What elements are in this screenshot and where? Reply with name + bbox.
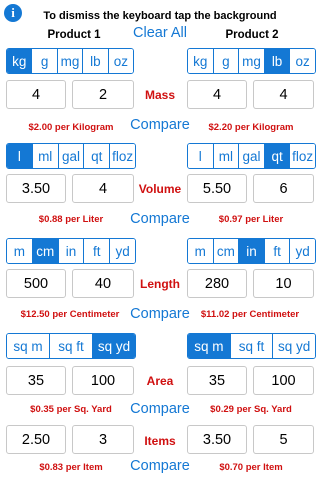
p1-area-unit-sq-ft[interactable]: sq ft: [49, 334, 92, 358]
p1-length-unit-in[interactable]: in: [57, 239, 84, 263]
product2-items-price-input[interactable]: 3.50: [187, 425, 247, 454]
product1-volume-price-input[interactable]: 3.50: [6, 174, 66, 203]
product1-length-quantity-input[interactable]: 40: [72, 269, 134, 298]
product2-mass-unit-selector[interactable]: kg g mg lb oz: [187, 48, 316, 74]
p2-volume-unit-l[interactable]: l: [188, 144, 213, 168]
p1-volume-unit-qt[interactable]: qt: [83, 144, 110, 168]
product2-length-quantity-input[interactable]: 10: [253, 269, 314, 298]
mass-label: Mass: [144, 88, 176, 102]
product2-items-quantity-input[interactable]: 5: [253, 425, 314, 454]
product1-volume-quantity-input[interactable]: 4: [72, 174, 134, 203]
p1-area-unit-sq-yd[interactable]: sq yd: [92, 334, 135, 358]
product1-items-price-input[interactable]: 2.50: [6, 425, 66, 454]
product1-length-unit-selector[interactable]: m cm in ft yd: [6, 238, 136, 264]
product1-mass-price-input[interactable]: 4: [6, 80, 66, 109]
product2-area-unit-selector[interactable]: sq m sq ft sq yd: [187, 333, 316, 359]
product1-area-price-input[interactable]: 35: [6, 366, 66, 395]
p1-volume-unit-gal[interactable]: gal: [57, 144, 84, 168]
product1-area-quantity-input[interactable]: 100: [72, 366, 134, 395]
area-label: Area: [146, 374, 174, 388]
product2-volume-unit-selector[interactable]: l ml gal qt floz: [187, 143, 316, 169]
p2-length-unit-m[interactable]: m: [188, 239, 213, 263]
product2-length-price-input[interactable]: 280: [187, 269, 247, 298]
p1-mass-unit-kg[interactable]: kg: [7, 49, 32, 73]
p2-volume-unit-ml[interactable]: ml: [212, 144, 239, 168]
p1-volume-unit-ml[interactable]: ml: [31, 144, 58, 168]
p2-length-unit-yd[interactable]: yd: [289, 239, 315, 263]
p2-area-unit-sq-yd[interactable]: sq yd: [272, 334, 315, 358]
p2-volume-unit-qt[interactable]: qt: [263, 144, 290, 168]
p2-volume-unit-gal[interactable]: gal: [238, 144, 264, 168]
p1-volume-unit-l[interactable]: l: [7, 144, 32, 168]
product2-area-price-input[interactable]: 35: [187, 366, 247, 395]
items-label: Items: [144, 434, 176, 448]
volume-compare-button[interactable]: Compare: [108, 211, 212, 227]
p1-mass-unit-lb[interactable]: lb: [82, 49, 108, 73]
product2-volume-quantity-input[interactable]: 6: [253, 174, 314, 203]
product2-label: Product 2: [225, 29, 279, 41]
items-compare-button[interactable]: Compare: [108, 458, 212, 474]
product2-mass-quantity-input[interactable]: 4: [253, 80, 314, 109]
product2-mass-price-input[interactable]: 4: [187, 80, 247, 109]
product1-area-unit-selector[interactable]: sq m sq ft sq yd: [6, 333, 136, 359]
p2-length-unit-in[interactable]: in: [238, 239, 264, 263]
p2-mass-unit-g[interactable]: g: [212, 49, 239, 73]
keyboard-hint: To dismiss the keyboard tap the backgrou…: [43, 10, 277, 22]
area-compare-button[interactable]: Compare: [108, 401, 212, 417]
p2-length-unit-ft[interactable]: ft: [263, 239, 290, 263]
mass-compare-button[interactable]: Compare: [108, 117, 212, 133]
p1-length-unit-cm[interactable]: cm: [31, 239, 58, 263]
length-label: Length: [140, 277, 180, 291]
p1-length-unit-ft[interactable]: ft: [83, 239, 110, 263]
product1-volume-unit-selector[interactable]: l ml gal qt floz: [6, 143, 136, 169]
product1-label: Product 1: [47, 29, 101, 41]
p1-length-unit-yd[interactable]: yd: [109, 239, 135, 263]
product1-mass-unit-selector[interactable]: kg g mg lb oz: [6, 48, 134, 74]
p2-mass-unit-oz[interactable]: oz: [289, 49, 315, 73]
product2-area-quantity-input[interactable]: 100: [253, 366, 314, 395]
product2-volume-price-input[interactable]: 5.50: [187, 174, 247, 203]
p2-volume-unit-floz[interactable]: floz: [289, 144, 315, 168]
product2-length-unit-selector[interactable]: m cm in ft yd: [187, 238, 316, 264]
p2-length-unit-cm[interactable]: cm: [212, 239, 239, 263]
clear-all-button[interactable]: Clear All: [118, 25, 202, 41]
product1-mass-quantity-input[interactable]: 2: [72, 80, 134, 109]
p2-mass-unit-mg[interactable]: mg: [238, 49, 264, 73]
length-compare-button[interactable]: Compare: [108, 306, 212, 322]
product1-length-price-input[interactable]: 500: [6, 269, 66, 298]
p2-mass-unit-kg[interactable]: kg: [188, 49, 213, 73]
p1-mass-unit-oz[interactable]: oz: [107, 49, 133, 73]
p1-mass-unit-g[interactable]: g: [31, 49, 57, 73]
p1-length-unit-m[interactable]: m: [7, 239, 32, 263]
volume-label: Volume: [138, 182, 182, 196]
p1-volume-unit-floz[interactable]: floz: [109, 144, 135, 168]
p2-area-unit-sq-ft[interactable]: sq ft: [229, 334, 273, 358]
p2-mass-unit-lb[interactable]: lb: [263, 49, 290, 73]
p1-area-unit-sq-m[interactable]: sq m: [7, 334, 49, 358]
p1-mass-unit-mg[interactable]: mg: [56, 49, 83, 73]
product1-items-quantity-input[interactable]: 3: [72, 425, 134, 454]
p2-area-unit-sq-m[interactable]: sq m: [188, 334, 230, 358]
